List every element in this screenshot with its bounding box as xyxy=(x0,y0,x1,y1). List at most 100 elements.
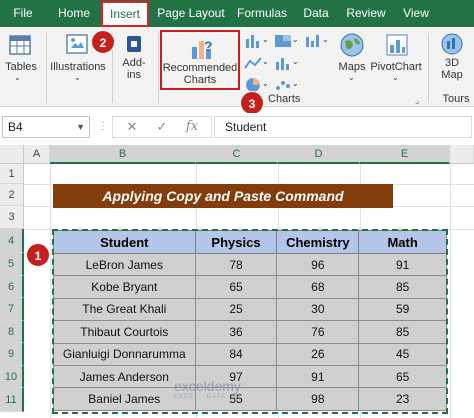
chevron-down-icon: ⌄ xyxy=(322,35,329,44)
row-header-8[interactable]: 8 xyxy=(0,321,24,343)
tab-home[interactable]: Home xyxy=(52,0,96,27)
cell-physics[interactable]: 78 xyxy=(194,252,278,277)
cell-math[interactable]: 85 xyxy=(358,275,447,299)
callout-badge-charts: 3 xyxy=(240,91,264,115)
callout-badge-selection: 1 xyxy=(26,243,50,267)
cell-physics[interactable]: 36 xyxy=(194,320,278,344)
table-row: Thibaut Courtois 36 76 85 xyxy=(53,320,447,344)
charts-group-label: Charts xyxy=(268,93,301,105)
row-header-3[interactable]: 3 xyxy=(0,206,24,229)
cell-physics[interactable]: 25 xyxy=(194,297,278,322)
cell-student[interactable]: Kobe Bryant xyxy=(53,275,196,299)
chevron-down-icon: ⌄ xyxy=(292,35,299,44)
column-header-a[interactable]: A xyxy=(24,145,50,164)
tab-review[interactable]: Review xyxy=(342,0,390,27)
header-student[interactable]: Student xyxy=(53,230,196,254)
addins-icon xyxy=(127,36,141,52)
column-chart-icon[interactable] xyxy=(244,33,262,49)
addins-button[interactable]: Add- ins xyxy=(114,27,154,107)
column-header-d[interactable]: D xyxy=(278,145,360,164)
cell-student[interactable]: Gianluigi Donnarumma xyxy=(53,342,196,366)
cell-student[interactable]: LeBron James xyxy=(53,252,196,277)
tab-data[interactable]: Data xyxy=(298,0,334,27)
name-box[interactable]: B4 ▼ xyxy=(2,116,90,138)
cell-math[interactable]: 59 xyxy=(358,297,447,322)
cell-chemistry[interactable]: 96 xyxy=(276,252,360,277)
more-options-icon[interactable]: ⋮ xyxy=(98,121,108,132)
row-header-6[interactable]: 6 xyxy=(0,276,24,298)
maps-label: Maps xyxy=(338,61,366,73)
sheet-title[interactable]: Applying Copy and Paste Command xyxy=(53,184,393,208)
pivotchart-icon xyxy=(386,34,408,56)
header-physics[interactable]: Physics xyxy=(194,230,278,254)
cell-math[interactable]: 65 xyxy=(358,364,447,389)
chevron-down-icon[interactable]: ▼ xyxy=(76,117,85,137)
header-math[interactable]: Math xyxy=(358,230,447,254)
recommended-charts-button[interactable]: ? Recommended Charts xyxy=(160,30,240,90)
cell-chemistry[interactable]: 91 xyxy=(276,364,360,389)
cell-chemistry[interactable]: 26 xyxy=(276,342,360,366)
dialog-launcher-icon[interactable]: ⌟ xyxy=(415,95,419,106)
cell-chemistry[interactable]: 98 xyxy=(276,387,360,411)
tab-file[interactable]: File xyxy=(6,0,40,27)
row-header-7[interactable]: 7 xyxy=(0,298,24,321)
row-header-10[interactable]: 10 xyxy=(0,366,24,388)
cell-math[interactable]: 85 xyxy=(358,320,447,344)
watermark-tagline: EXCEL · DATA · BI xyxy=(174,394,242,400)
group-divider xyxy=(158,33,159,103)
insert-function-icon[interactable]: fx xyxy=(181,117,203,137)
tab-insert[interactable]: Insert xyxy=(101,1,149,27)
statistic-chart-icon[interactable] xyxy=(274,55,292,71)
exceldemy-watermark: exceldemy EXCEL · DATA · BI xyxy=(174,378,242,400)
chevron-down-icon: ⌄ xyxy=(74,73,81,82)
3d-map-button[interactable]: 3D Map Tours xyxy=(430,27,474,107)
chevron-down-icon: ⌄ xyxy=(14,73,21,82)
chevron-down-icon: ⌄ xyxy=(262,35,269,44)
cell-chemistry[interactable]: 68 xyxy=(276,275,360,299)
tab-view[interactable]: View xyxy=(398,0,434,27)
row-header-9[interactable]: 9 xyxy=(0,343,24,366)
3d-map-icon xyxy=(441,33,463,55)
column-header-c[interactable]: C xyxy=(196,145,278,164)
waterfall-chart-icon[interactable] xyxy=(304,33,322,49)
row-header-1[interactable]: 1 xyxy=(0,164,24,184)
cell-math[interactable]: 23 xyxy=(358,387,447,411)
cell-math[interactable]: 45 xyxy=(358,342,447,366)
table-icon xyxy=(9,35,31,55)
cell-physics[interactable]: 65 xyxy=(194,275,278,299)
line-chart-icon[interactable] xyxy=(244,55,262,71)
svg-text:?: ? xyxy=(204,38,213,54)
enter-icon[interactable]: ✓ xyxy=(151,117,173,137)
recommended-charts-label: Recommended Charts xyxy=(162,62,238,86)
table-row: LeBron James 78 96 91 xyxy=(53,252,447,277)
hierarchy-chart-icon[interactable] xyxy=(274,33,292,49)
tab-formulas[interactable]: Formulas xyxy=(234,0,290,27)
row-header-4[interactable]: 4 xyxy=(0,229,24,253)
tab-page-layout[interactable]: Page Layout xyxy=(156,0,226,27)
column-header-e[interactable]: E xyxy=(360,145,450,164)
formula-input[interactable]: Student xyxy=(214,116,472,138)
cell-math[interactable]: 91 xyxy=(358,252,447,277)
maps-button[interactable]: Maps ⌄ xyxy=(334,27,370,107)
tables-button[interactable]: Tables ⌄ xyxy=(0,27,42,107)
row-header-11[interactable]: 11 xyxy=(0,388,24,412)
formula-buttons: ✕ ✓ fx xyxy=(112,116,212,138)
cancel-icon[interactable]: ✕ xyxy=(121,117,143,137)
row-header-2[interactable]: 2 xyxy=(0,184,24,206)
row-header-5[interactable]: 5 xyxy=(0,253,24,276)
column-header-b[interactable]: B xyxy=(50,145,196,164)
header-chemistry[interactable]: Chemistry xyxy=(276,230,360,254)
cell-student[interactable]: The Great Khali xyxy=(53,297,196,322)
cell-chemistry[interactable]: 30 xyxy=(276,297,360,322)
table-header-row: Student Physics Chemistry Math xyxy=(53,230,447,254)
table-row: Kobe Bryant 65 68 85 xyxy=(53,275,447,299)
group-divider xyxy=(428,33,429,103)
cell-chemistry[interactable]: 76 xyxy=(276,320,360,344)
select-all-corner[interactable] xyxy=(0,145,24,164)
formula-bar: B4 ▼ ⋮ ✕ ✓ fx Student xyxy=(0,113,474,141)
table-row: Gianluigi Donnarumma 84 26 45 xyxy=(53,342,447,366)
cell-student[interactable]: Thibaut Courtois xyxy=(53,320,196,344)
cell-physics[interactable]: 84 xyxy=(194,342,278,366)
scatter-chart-icon[interactable] xyxy=(274,77,292,93)
callout-badge-insert: 2 xyxy=(91,30,115,54)
